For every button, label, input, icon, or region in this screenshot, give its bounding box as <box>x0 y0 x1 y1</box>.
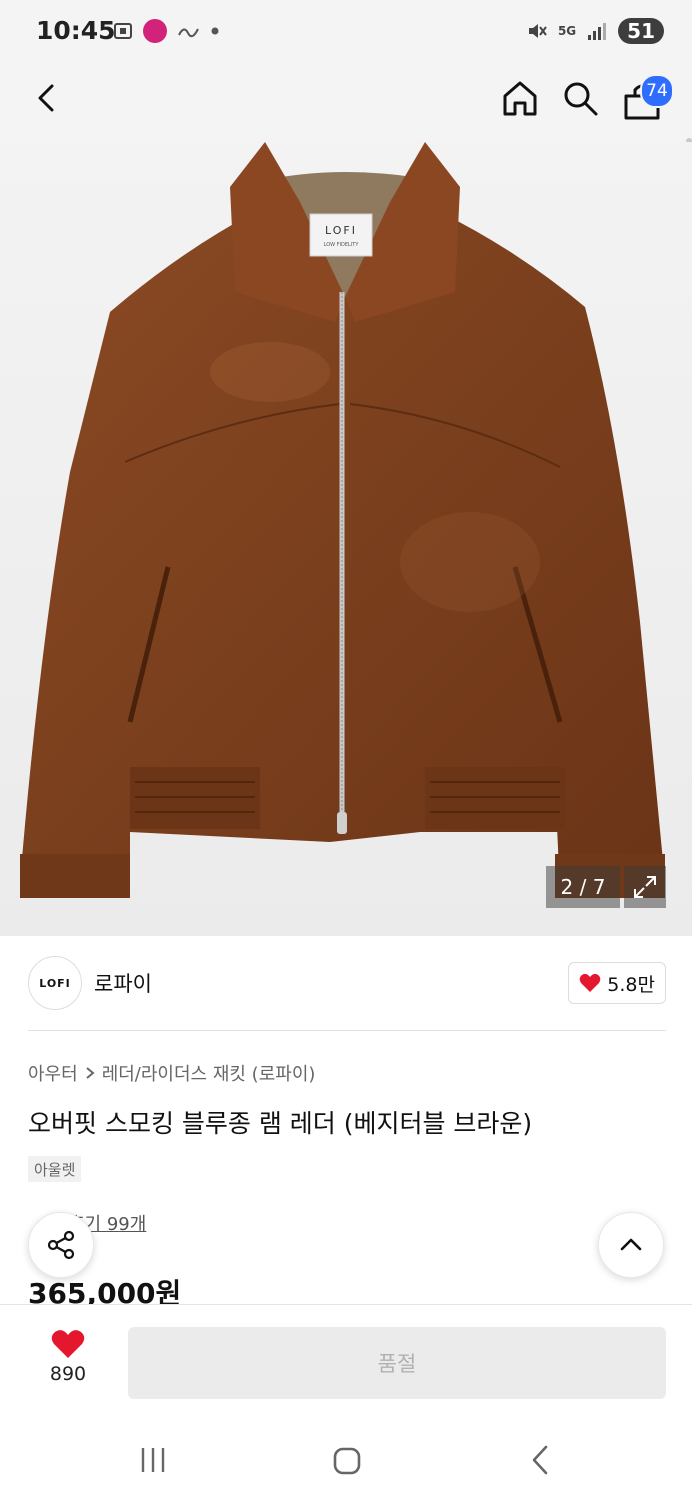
brand-name[interactable]: 로파이 <box>94 968 152 998</box>
breadcrumb-item-subcategory[interactable]: 레더/라이더스 재킷 (로파이) <box>102 1060 316 1086</box>
cart-count-badge: 74 <box>640 74 674 108</box>
product-image-gallery[interactable]: LOFI LOW FIDELITY 2 / 7 <box>0 142 692 936</box>
expand-image-button[interactable] <box>624 866 666 908</box>
heart-icon <box>51 1330 85 1358</box>
notification-icons <box>112 18 220 44</box>
jacket-tag-brand: LOFI <box>325 224 357 237</box>
busan-app-icon <box>143 19 167 43</box>
brand-like-count: 5.8만 <box>607 973 655 996</box>
home-nav-icon[interactable] <box>332 1446 362 1476</box>
app-notification-icon <box>178 28 199 38</box>
network-type-label: 5G <box>557 24 577 38</box>
wishlist-button[interactable]: 890 <box>38 1329 98 1385</box>
breadcrumb: 아우터 레더/라이더스 재킷 (로파이) <box>28 1060 315 1086</box>
screenshot-icon <box>114 23 132 39</box>
system-navigation-bar <box>0 1420 692 1500</box>
chevron-up-icon <box>620 1238 642 1251</box>
back-icon[interactable] <box>30 80 66 116</box>
top-navigation: 74 <box>0 66 692 218</box>
share-icon <box>47 1230 75 1260</box>
signal-icon <box>588 23 607 40</box>
brand-row: LOFI 로파이 5.8만 <box>28 956 666 1012</box>
status-bar: 10:45 5G 51 <box>0 0 692 66</box>
home-icon[interactable] <box>500 78 540 118</box>
share-button[interactable] <box>28 1212 94 1278</box>
expand-icon <box>634 876 656 898</box>
mute-icon <box>528 24 547 38</box>
heart-icon <box>580 973 601 992</box>
chevron-right-icon <box>86 1067 95 1079</box>
wishlist-count: 890 <box>49 1363 87 1385</box>
search-icon[interactable] <box>560 78 600 118</box>
jacket-tag-sub: LOW FIDELITY <box>324 242 360 248</box>
section-divider <box>28 1030 666 1031</box>
outlet-tag: 아울렛 <box>28 1156 82 1182</box>
back-nav-icon[interactable] <box>526 1444 556 1476</box>
scroll-to-top-button[interactable] <box>598 1212 664 1278</box>
purchase-bar: 890 품절 <box>0 1304 692 1421</box>
more-notifications-dot-icon <box>211 27 219 35</box>
image-counter: 2 / 7 <box>546 866 620 908</box>
product-title: 오버핏 스모킹 블루종 램 레더 (베지터블 브라운) <box>28 1109 533 1138</box>
brand-logo[interactable]: LOFI <box>28 956 82 1010</box>
recent-apps-icon[interactable] <box>138 1446 168 1474</box>
status-time: 10:45 <box>36 16 116 45</box>
sold-out-button[interactable]: 품절 <box>128 1327 666 1399</box>
brand-like-button[interactable]: 5.8만 <box>568 962 666 1004</box>
system-status: 5G 51 <box>526 18 664 44</box>
battery-level: 51 <box>618 18 664 44</box>
jacket-image: LOFI LOW FIDELITY <box>20 142 665 898</box>
breadcrumb-item-category[interactable]: 아우터 <box>28 1060 78 1086</box>
